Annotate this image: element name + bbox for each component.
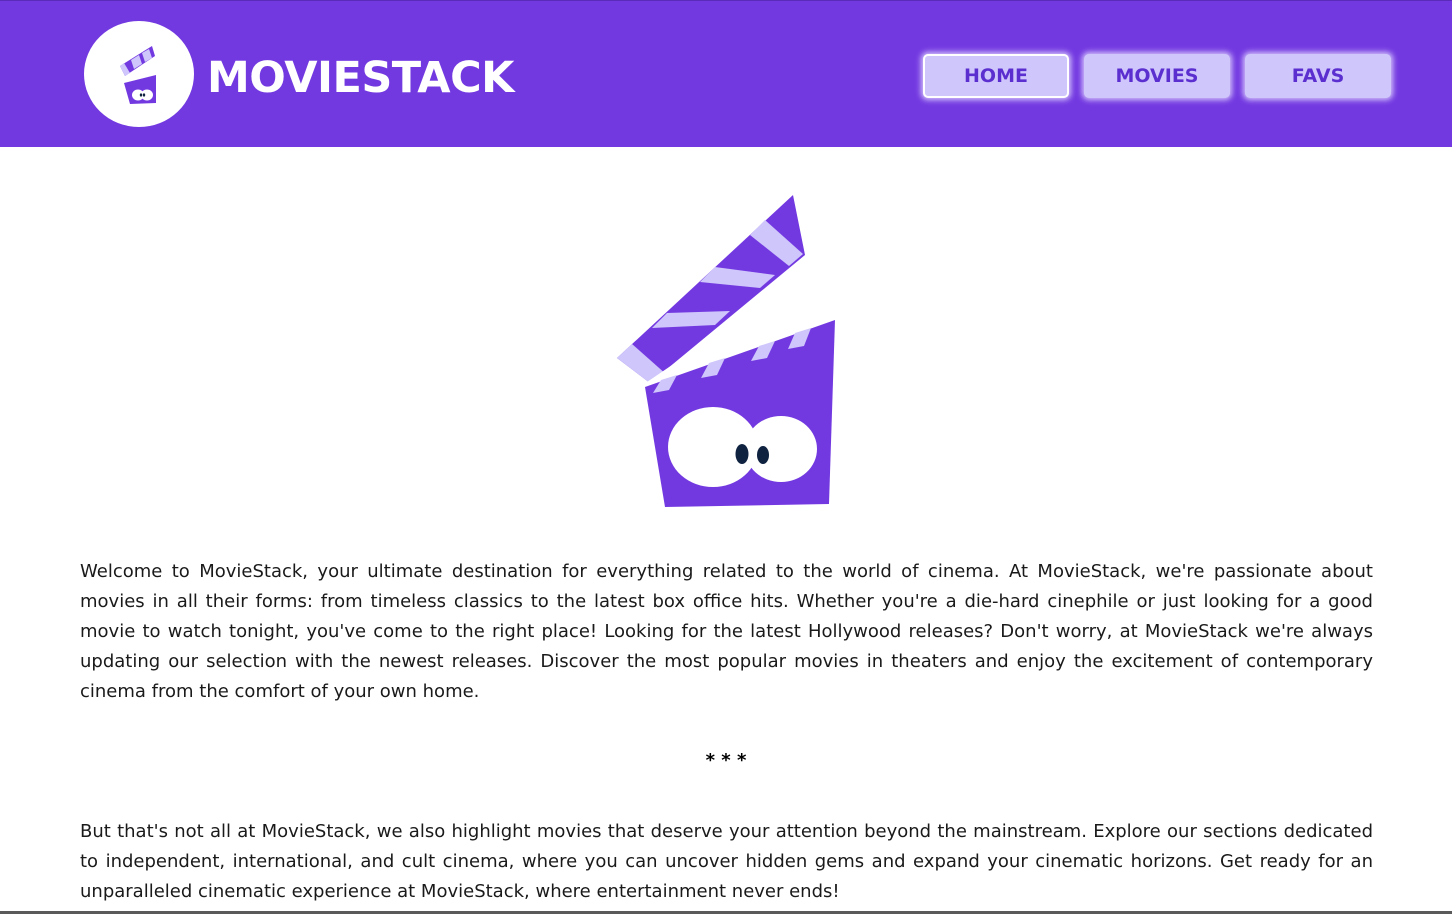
clapperboard-icon — [120, 46, 156, 104]
nav-home-button[interactable]: HOME — [923, 54, 1069, 98]
section-separator: * * * — [705, 750, 747, 771]
intro-paragraph: Welcome to MovieStack, your ultimate des… — [80, 561, 1373, 702]
details-paragraph: But that's not all at MovieStack, we als… — [80, 821, 1373, 902]
site-header: MOVIESTACK HOME MOVIES FAVS — [0, 0, 1452, 147]
clapperboard-mascot-icon — [617, 195, 835, 507]
nav-favs-button[interactable]: FAVS — [1245, 54, 1391, 98]
logo[interactable] — [84, 21, 194, 127]
nav-movies-button[interactable]: MOVIES — [1084, 54, 1230, 98]
hero-illustration — [605, 190, 845, 519]
brand-name[interactable]: MOVIESTACK — [207, 49, 514, 107]
